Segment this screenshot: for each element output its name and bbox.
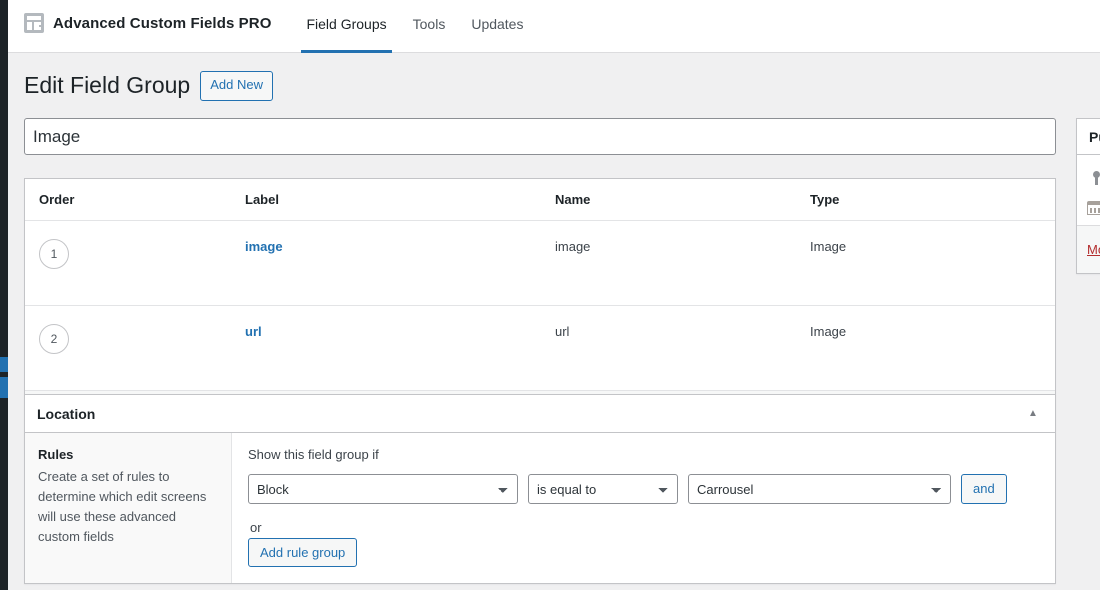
- field-label-link[interactable]: image: [245, 239, 283, 254]
- schedule-row[interactable]: Published on: Nov 5, 2021: [1087, 193, 1100, 221]
- move-to-trash-link[interactable]: Move to Trash: [1087, 242, 1100, 257]
- location-body: Rules Create a set of rules to determine…: [25, 433, 1055, 583]
- rules-description: Create a set of rules to determine which…: [38, 469, 207, 545]
- rules-sidebar: Rules Create a set of rules to determine…: [25, 433, 232, 583]
- column-header-label: Label: [245, 179, 555, 221]
- rules-heading: Rules: [38, 447, 74, 462]
- location-panel-title: Location: [37, 405, 96, 422]
- acf-tabs: Field Groups Tools Updates: [293, 0, 536, 53]
- field-order-cell: 1: [25, 220, 245, 306]
- publish-body: Visibility: Public Published on: Nov 5, …: [1077, 155, 1100, 225]
- visibility-pin-icon: [1087, 169, 1100, 187]
- or-separator-label: or: [250, 520, 262, 536]
- field-group-title-input[interactable]: [24, 118, 1056, 155]
- add-and-rule-button[interactable]: and: [961, 474, 1007, 505]
- table-row[interactable]: 2 url url Image: [25, 305, 1055, 391]
- column-header-type: Type: [810, 179, 1055, 221]
- fields-table: Order Label Name Type 1 image image Imag…: [25, 179, 1055, 391]
- field-label-cell: image: [245, 220, 555, 306]
- publish-panel-title: Publish: [1089, 128, 1100, 145]
- publish-postbox: Publish ▲ Visibility: Public Published o…: [1076, 118, 1100, 274]
- acf-topbar: Advanced Custom Fields PRO Field Groups …: [8, 0, 1100, 53]
- publish-panel-header[interactable]: Publish ▲: [1077, 119, 1100, 155]
- location-postbox: Location ▲ Rules Create a set of rules t…: [24, 394, 1056, 584]
- tab-field-groups[interactable]: Field Groups: [293, 0, 399, 53]
- admin-menu-rail[interactable]: [0, 0, 8, 590]
- chevron-up-icon[interactable]: ▲: [1023, 404, 1043, 424]
- fields-table-header-row: Order Label Name Type: [25, 179, 1055, 221]
- table-row[interactable]: 1 image image Image: [25, 220, 1055, 306]
- column-header-order: Order: [25, 179, 245, 221]
- admin-menu-highlight-2[interactable]: [0, 377, 8, 398]
- page-title: Edit Field Group: [24, 72, 191, 98]
- title-input-wrap: [24, 118, 1056, 155]
- rules-hint: Show this field group if: [248, 447, 379, 462]
- admin-menu-highlight-1[interactable]: [0, 357, 8, 372]
- publish-footer: Move to Trash Update: [1077, 225, 1100, 273]
- rules-main: Show this field group if Block is equal …: [232, 433, 1055, 583]
- rule-value-select[interactable]: Carrousel: [688, 474, 951, 505]
- page-heading-row: Edit Field Group Add New: [24, 71, 273, 101]
- field-order-cell: 2: [25, 305, 245, 391]
- acf-brand: Advanced Custom Fields PRO: [24, 13, 271, 33]
- field-type-cell: Image: [810, 305, 1055, 391]
- field-name-cell: image: [555, 220, 810, 306]
- rule-row: Block is equal to Carrousel and: [248, 474, 1039, 505]
- calendar-icon: [1087, 201, 1100, 215]
- tab-tools[interactable]: Tools: [400, 0, 459, 53]
- location-panel-header[interactable]: Location ▲: [25, 395, 1055, 433]
- tab-updates[interactable]: Updates: [458, 0, 536, 53]
- add-new-button[interactable]: Add New: [200, 71, 273, 101]
- order-badge[interactable]: 1: [39, 239, 69, 269]
- order-badge[interactable]: 2: [39, 324, 69, 354]
- visibility-row[interactable]: Visibility: Public: [1087, 163, 1100, 193]
- column-header-name: Name: [555, 179, 810, 221]
- acf-grid-icon: [24, 13, 44, 33]
- rule-param-select[interactable]: Block: [248, 474, 518, 505]
- acf-brand-label: Advanced Custom Fields PRO: [53, 14, 272, 32]
- field-label-cell: url: [245, 305, 555, 391]
- add-rule-group-button[interactable]: Add rule group: [248, 538, 358, 568]
- field-name-cell: url: [555, 305, 810, 391]
- field-type-cell: Image: [810, 220, 1055, 306]
- field-label-link[interactable]: url: [245, 324, 262, 339]
- admin-screen: Advanced Custom Fields PRO Field Groups …: [0, 0, 1100, 590]
- rule-operator-select[interactable]: is equal to: [528, 474, 678, 505]
